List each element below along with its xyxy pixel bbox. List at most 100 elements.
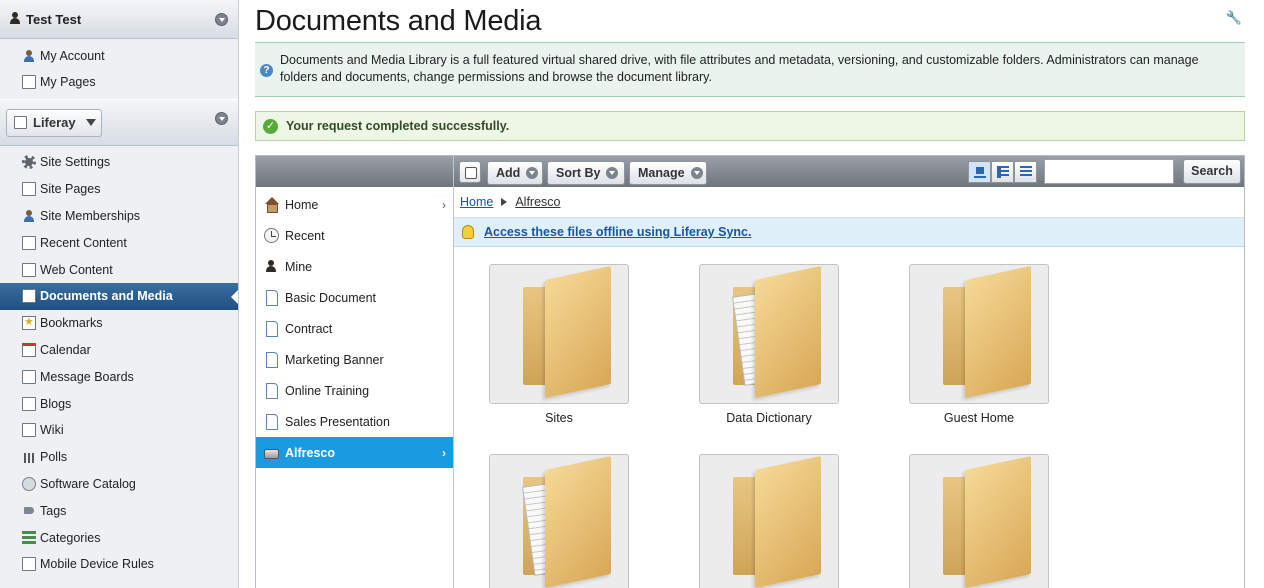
menu-item-label: Mobile Device Rules <box>40 557 154 572</box>
folder-item[interactable]: Guest Home <box>909 264 1049 425</box>
breadcrumb-home-link[interactable]: Home <box>460 195 493 209</box>
nav-item-contract[interactable]: Contract <box>256 313 453 344</box>
liferay-sync-link[interactable]: Access these files offline using Liferay… <box>484 225 751 239</box>
members-icon <box>22 209 36 223</box>
nav-item-basic-document[interactable]: Basic Document <box>256 282 453 313</box>
manage-button[interactable]: Manage <box>629 161 707 185</box>
add-button[interactable]: Add <box>487 161 543 185</box>
nav-item-sales-presentation[interactable]: Sales Presentation <box>256 406 453 437</box>
pages-icon <box>22 75 36 89</box>
document-icon <box>264 383 279 399</box>
folder-icon <box>489 454 629 588</box>
menu-item-label: Documents and Media <box>40 289 173 304</box>
select-all-checkbox[interactable] <box>459 161 481 183</box>
nav-item-label: Home <box>285 197 319 212</box>
menu-item-blogs[interactable]: Blogs <box>0 390 238 417</box>
menu-item-my-account[interactable]: My Account <box>0 43 238 69</box>
breadcrumb-current[interactable]: Alfresco <box>515 195 560 209</box>
nav-item-label: Sales Presentation <box>285 414 390 429</box>
menu-item-site-memberships[interactable]: Site Memberships <box>0 203 238 230</box>
navigation-list: Home › Recent Mine Basic Document Contrac… <box>256 187 453 468</box>
catalog-icon <box>22 476 36 491</box>
sort-by-button-label: Sort By <box>556 166 601 180</box>
menu-item-message-boards[interactable]: Message Boards <box>0 363 238 390</box>
menu-item-my-pages[interactable]: My Pages <box>0 69 238 95</box>
folder-item[interactable] <box>909 454 1049 588</box>
view-icons-button[interactable] <box>968 161 991 183</box>
menu-item-recent-content[interactable]: Recent Content <box>0 229 238 256</box>
nav-item-mine[interactable]: Mine <box>256 251 453 282</box>
menu-item-mobile-device-rules[interactable]: Mobile Device Rules <box>0 551 238 578</box>
folder-icon <box>909 264 1049 404</box>
folder-icon <box>699 454 839 588</box>
nav-item-online-training[interactable]: Online Training <box>256 375 453 406</box>
collapse-site-panel-icon[interactable] <box>215 112 228 125</box>
nav-item-label: Online Training <box>285 383 370 398</box>
wiki-icon <box>22 423 36 438</box>
menu-item-bookmarks[interactable]: Bookmarks <box>0 310 238 337</box>
site-menu: Site Settings Site Pages Site Membership… <box>0 146 238 582</box>
menu-item-label: Blogs <box>40 396 72 411</box>
view-descriptive-button[interactable] <box>991 161 1014 183</box>
menu-item-site-settings[interactable]: Site Settings <box>0 149 238 176</box>
chevron-down-icon <box>526 167 539 179</box>
menu-item-calendar[interactable]: Calendar <box>0 337 238 364</box>
folder-item[interactable] <box>699 454 839 588</box>
bookmark-icon <box>22 315 36 331</box>
site-selector-button[interactable]: Liferay <box>6 108 102 137</box>
nav-item-label: Recent <box>285 228 325 243</box>
icon-view-icon <box>974 166 986 178</box>
folder-icon <box>489 264 629 404</box>
menu-item-software-catalog[interactable]: Software Catalog <box>0 471 238 498</box>
folder-icon <box>909 454 1049 588</box>
user-panel-header[interactable]: Test Test <box>0 0 238 39</box>
menu-item-label: Message Boards <box>40 369 134 384</box>
site-name: Liferay <box>33 115 76 130</box>
folder-item[interactable] <box>489 454 629 588</box>
nav-item-home[interactable]: Home › <box>256 189 453 220</box>
wrench-icon[interactable]: 🔧 <box>1226 10 1242 26</box>
calendar-icon <box>22 342 36 357</box>
menu-item-tags[interactable]: Tags <box>0 497 238 524</box>
nav-item-recent[interactable]: Recent <box>256 220 453 251</box>
menu-item-label: Web Content <box>40 262 113 277</box>
mobile-icon <box>22 557 36 572</box>
navigation-header <box>256 156 453 187</box>
toolbar: Add Sort By Manage Search <box>454 156 1244 187</box>
message-icon <box>22 369 36 384</box>
menu-item-wiki[interactable]: Wiki <box>0 417 238 444</box>
clock-icon <box>264 228 279 243</box>
menu-item-documents-and-media[interactable]: Documents and Media <box>0 282 238 310</box>
categories-icon <box>22 530 36 545</box>
document-icon <box>264 321 279 337</box>
nav-item-alfresco[interactable]: Alfresco › <box>256 437 453 468</box>
folder-item[interactable]: Sites <box>489 264 629 425</box>
blog-icon <box>22 396 36 411</box>
menu-item-categories[interactable]: Categories <box>0 524 238 551</box>
user-name: Test Test <box>26 11 82 27</box>
user-icon <box>264 259 279 274</box>
folder-label: Guest Home <box>943 411 1015 425</box>
control-panel-sidebar: Test Test My Account My Pages Liferay Si… <box>0 0 239 588</box>
sort-by-button[interactable]: Sort By <box>547 161 625 185</box>
menu-item-label: Site Pages <box>40 182 101 197</box>
view-list-button[interactable] <box>1014 161 1037 183</box>
folder-navigation: Home › Recent Mine Basic Document Contrac… <box>256 156 454 588</box>
document-icon <box>264 414 279 430</box>
pages-icon <box>22 182 36 197</box>
menu-item-polls[interactable]: Polls <box>0 444 238 471</box>
nav-item-marketing-banner[interactable]: Marketing Banner <box>256 344 453 375</box>
home-icon <box>264 197 279 213</box>
document-library: Home › Recent Mine Basic Document Contrac… <box>255 155 1245 588</box>
poll-icon <box>22 450 36 464</box>
breadcrumb: Home Alfresco <box>454 187 1244 218</box>
menu-item-web-content[interactable]: Web Content <box>0 256 238 283</box>
menu-item-site-pages[interactable]: Site Pages <box>0 176 238 203</box>
gear-icon <box>22 155 36 170</box>
menu-item-label: Calendar <box>40 342 91 357</box>
search-button[interactable]: Search <box>1183 159 1241 184</box>
nav-item-label: Basic Document <box>285 290 377 305</box>
collapse-user-panel-icon[interactable] <box>215 13 228 26</box>
folder-item[interactable]: Data Dictionary <box>699 264 839 425</box>
search-input[interactable] <box>1044 159 1174 184</box>
